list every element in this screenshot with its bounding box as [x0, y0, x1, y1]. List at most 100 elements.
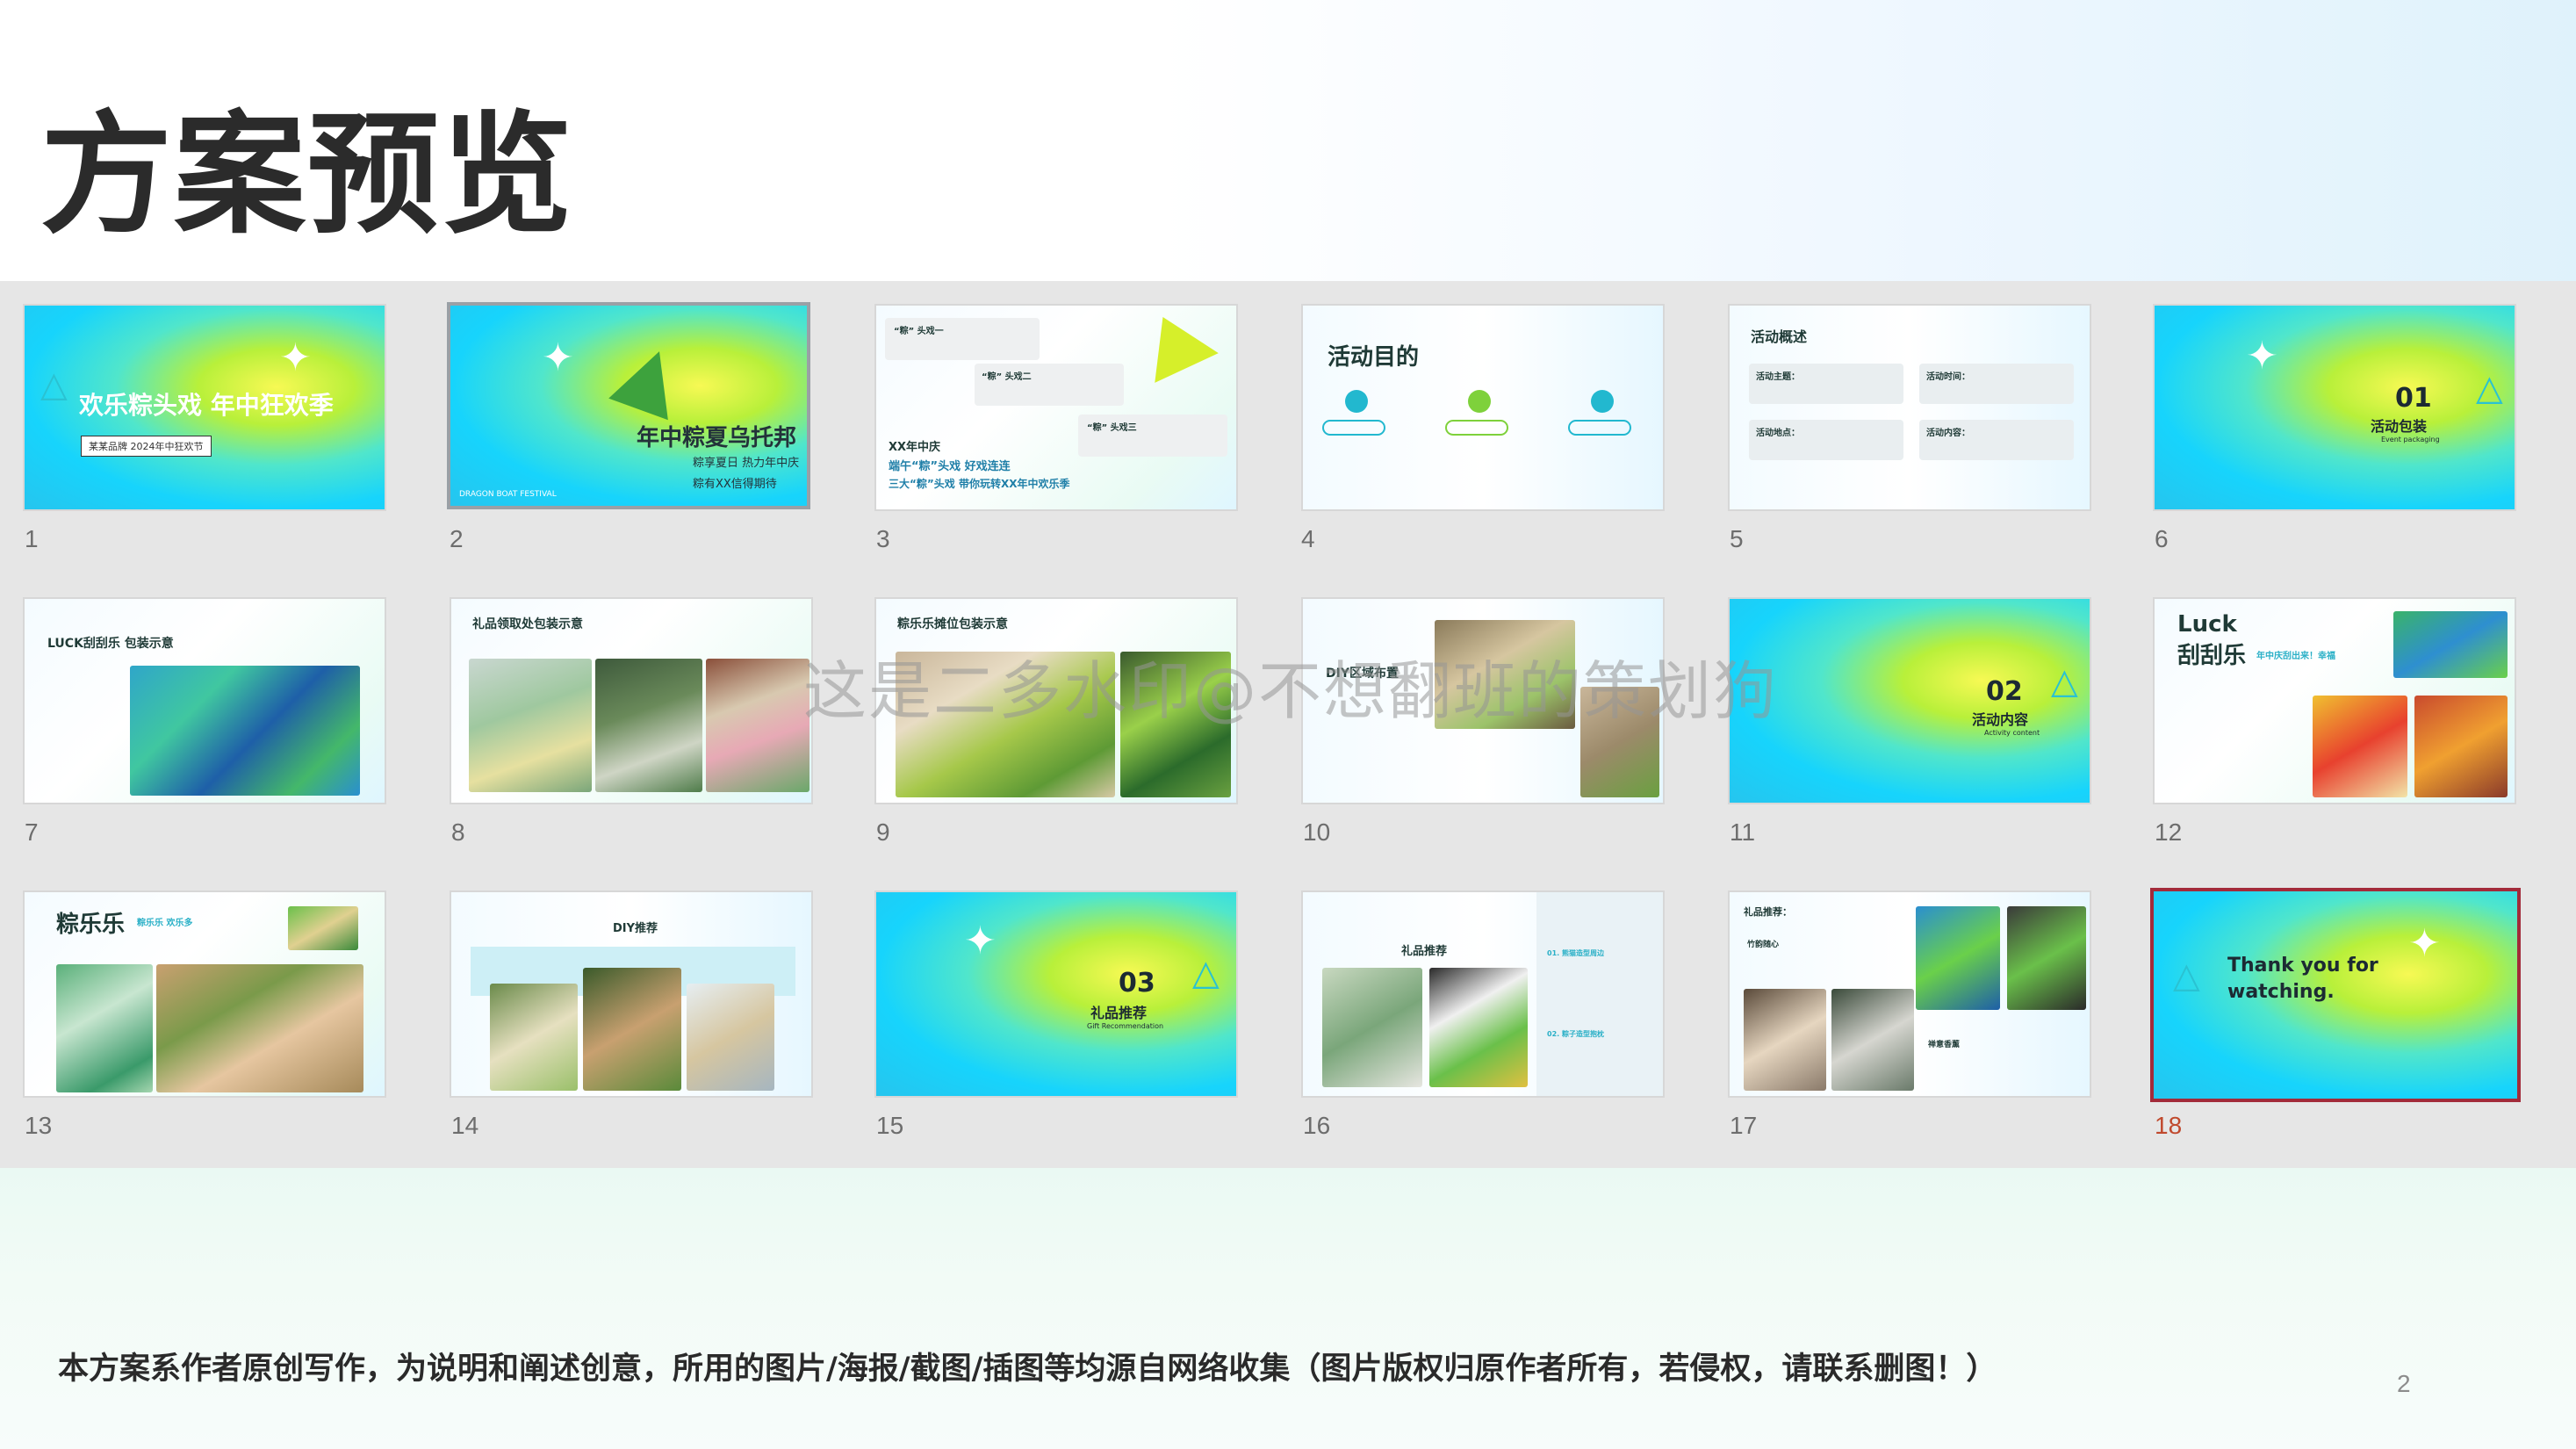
slide-title: 活动包装 [2371, 418, 2428, 435]
slide-number: 4 [1301, 525, 1315, 552]
thank-you-line: watching. [2227, 981, 2335, 1003]
slide-title: 活动内容 [1972, 711, 2029, 728]
slide-number: 3 [876, 525, 890, 552]
slide-number: 15 [876, 1112, 904, 1139]
slide-number: 11 [1730, 818, 1756, 846]
slide-thumbnail-1[interactable]: △ ✦ 欢乐粽头戏 年中狂欢季 某某品牌 2024年中狂欢节 [23, 304, 386, 511]
slide-line: 端午“粽”头戏 好戏连连 [889, 460, 1011, 473]
pill-shape [1445, 420, 1508, 436]
slide-number: 8 [451, 818, 465, 846]
slide-title: 年中粽夏乌托邦 [637, 425, 797, 451]
diy-photo [490, 984, 578, 1091]
triangle-icon: △ [2476, 368, 2503, 408]
slide-line: 粽享夏日 热力年中庆 [693, 457, 800, 470]
slide-title: Luck [2177, 611, 2237, 638]
slide-line: 粽有XX信得期待 [693, 478, 777, 491]
slide-title: 礼品推荐 [1090, 1005, 1148, 1021]
slide-number: 2 [450, 525, 464, 552]
slide-thumbnail-18[interactable]: △ ✦ Thank you for watching. [2150, 888, 2521, 1102]
slide-thumbnail-4[interactable]: 活动目的 [1301, 304, 1665, 511]
slide-corner-text: DRAGON BOAT FESTIVAL [459, 490, 557, 499]
slide-thumbnail-14[interactable]: DIY推荐 [450, 890, 813, 1098]
slide-title: DIY推荐 [613, 922, 658, 935]
slide-line: 三大“粽”头戏 带你玩转XX年中欢乐季 [889, 478, 1070, 490]
gift-photo [1916, 906, 2000, 1010]
slide-thumbnail-6[interactable]: ✦ 01 活动包装 Event packaging △ [2153, 304, 2516, 511]
info-label: 活动主题： [1756, 372, 1800, 382]
slide-thumbnail-2[interactable]: ✦ 年中粽夏乌托邦 粽享夏日 热力年中庆 粽有XX信得期待 DRAGON BOA… [447, 302, 810, 509]
gift-photo [1322, 968, 1422, 1087]
slide-tag: “粽” 头戏二 [982, 372, 1032, 382]
circle-icon [1345, 390, 1368, 413]
pill-shape [1568, 420, 1631, 436]
slide-thumbnail-7[interactable]: LUCK刮刮乐 包装示意 [23, 597, 386, 804]
slide-tag: “粽” 头戏三 [1087, 423, 1137, 433]
slide-thumbnail-11[interactable]: 02 活动内容 Activity content △ [1728, 597, 2091, 804]
triangle-icon: △ [2051, 661, 2078, 702]
slide-number-active: 18 [2155, 1112, 2183, 1139]
page-title: 方案预览 [40, 99, 575, 252]
gift-label: 禅意香薰 [1928, 1041, 1961, 1049]
slide-thumbnail-13[interactable]: 粽乐乐 粽乐乐 欢乐多 [23, 890, 386, 1098]
circle-icon [1468, 390, 1491, 413]
slide-subtitle: Gift Recommendation [1087, 1022, 1164, 1030]
gift-photo [1744, 989, 1826, 1091]
circle-icon [1591, 390, 1614, 413]
slide-number: 1 [25, 525, 39, 552]
slide-tag: 粽乐乐 欢乐多 [137, 919, 193, 928]
pill-shape [1322, 420, 1385, 436]
slide-thumbnail-3[interactable]: “粽” 头戏一 “粽” 头戏二 “粽” 头戏三 XX年中庆 端午“粽”头戏 好戏… [874, 304, 1238, 511]
page-number: 2 [2397, 1370, 2411, 1397]
diy-photo [687, 984, 774, 1091]
game-photo [2313, 696, 2407, 797]
triangle-shape [608, 340, 689, 421]
slide-subtitle: 某某品牌 2024年中狂欢节 [81, 436, 212, 457]
triangle-icon: △ [1192, 953, 1220, 993]
slide-number: 10 [1303, 818, 1331, 846]
section-number: 02 [1986, 676, 2023, 707]
slide-subtitle: Event packaging [2381, 436, 2440, 443]
slide-number: 17 [1730, 1112, 1758, 1139]
booth-photo [130, 666, 360, 796]
info-label: 活动时间： [1926, 372, 1970, 382]
slide-number: 9 [876, 818, 890, 846]
info-label: 活动地点： [1756, 429, 1800, 438]
sparkle-icon: ✦ [542, 335, 574, 380]
triangle-shape [1131, 306, 1219, 383]
sparkle-icon: ✦ [279, 335, 312, 380]
slide-number: 14 [451, 1112, 479, 1139]
venue-photo [595, 659, 702, 792]
food-photo [156, 964, 363, 1092]
game-photo [2414, 696, 2508, 797]
slide-line: XX年中庆 [889, 441, 941, 454]
slide-thumbnail-5[interactable]: 活动概述 活动主题： 活动时间： 活动地点： 活动内容： [1728, 304, 2091, 511]
slide-tag: “粽” 头戏一 [894, 327, 944, 336]
slide-thumbnail-17[interactable]: 礼品推荐： 竹韵随心 禅意香薰 [1728, 890, 2091, 1098]
thank-you-line: Thank you for [2227, 955, 2378, 977]
diy-photo [583, 968, 681, 1091]
sparkle-icon: ✦ [2246, 334, 2278, 378]
triangle-icon: △ [40, 364, 68, 405]
watermark: 这是二多水印@不想翻班的策划狗 [803, 654, 1779, 728]
slide-thumbnail-15[interactable]: ✦ 03 礼品推荐 Gift Recommendation △ [874, 890, 1238, 1098]
slide-thumbnail-16[interactable]: 礼品推荐 01. 熊猫造型周边 02. 粽子造型抱枕 [1301, 890, 1665, 1098]
slide-title: 礼品推荐 [1401, 945, 1448, 958]
gift-photo [1831, 989, 1914, 1091]
slide-thumbnail-12[interactable]: Luck 刮刮乐 年中庆刮出来！幸福 [2153, 597, 2516, 804]
food-photo [56, 964, 153, 1092]
triangle-icon: △ [2173, 955, 2200, 996]
slide-title: 礼品推荐： [1744, 906, 1792, 918]
slide-title: 粽乐乐 [56, 912, 126, 938]
game-photo [2393, 611, 2508, 678]
slide-number: 5 [1730, 525, 1744, 552]
food-photo [288, 906, 358, 950]
slide-thumbnail-8[interactable]: 礼品领取处包装示意 [450, 597, 813, 804]
slide-number: 12 [2155, 818, 2183, 846]
slide-title: 活动概述 [1751, 328, 1808, 345]
venue-photo [706, 659, 809, 792]
footer-background [0, 1168, 2576, 1449]
gift-photo [1429, 968, 1528, 1087]
slide-number: 7 [25, 818, 39, 846]
section-number: 03 [1119, 968, 1155, 998]
sparkle-icon: ✦ [2408, 921, 2441, 966]
